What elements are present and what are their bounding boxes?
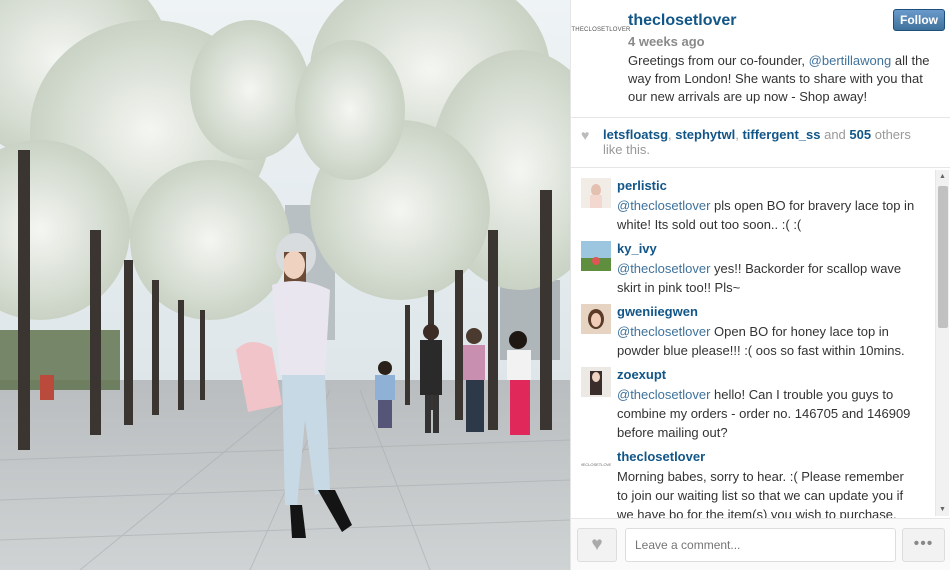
likes-text: letsfloatsg, stephytwl, tiffergent_ss an… (603, 127, 911, 157)
post-caption: Greetings from our co-founder, @bertilla… (628, 52, 944, 106)
comment-text: @theclosetlover yes!! Backorder for scal… (617, 259, 917, 297)
commenter-avatar[interactable]: THECLOSETLOVER (581, 449, 611, 479)
comment-body: Morning babes, sorry to hear. :( Please … (617, 469, 904, 518)
commenter-username[interactable]: perlistic (617, 178, 667, 193)
commenter-avatar[interactable] (581, 241, 611, 271)
commenter-username[interactable]: ky_ivy (617, 241, 657, 256)
caption-text-pre: Greetings from our co-founder, (628, 53, 809, 68)
liker-link[interactable]: letsfloatsg (603, 127, 668, 142)
follow-button[interactable]: Follow (893, 9, 945, 31)
comment-mention-link[interactable]: @theclosetlover (617, 324, 710, 339)
commenter-username[interactable]: gweniiegwen (617, 304, 698, 319)
caption-mention-link[interactable]: @bertillawong (809, 53, 892, 68)
likes-and-text: and (820, 127, 850, 142)
comment-mention-link[interactable]: @theclosetlover (617, 261, 710, 276)
comment-input[interactable] (625, 528, 896, 562)
comment-text: @theclosetlover hello! Can I trouble you… (617, 385, 917, 442)
comment-text: @theclosetlover pls open BO for bravery … (617, 196, 917, 234)
comment-text: Morning babes, sorry to hear. :( Please … (617, 467, 917, 518)
post-username[interactable]: theclosetlover (628, 12, 736, 30)
more-options-button[interactable]: ••• (902, 528, 945, 562)
scroll-down-arrow-icon[interactable]: ▼ (939, 506, 946, 513)
post-timestamp[interactable]: 4 weeks ago (628, 34, 705, 49)
profile-avatar[interactable]: THECLOSETLOVER (571, 14, 630, 46)
post-header: THECLOSETLOVER theclosetlover 4 weeks ag… (571, 0, 950, 118)
commenter-avatar[interactable] (581, 178, 611, 208)
commenter-avatar[interactable] (581, 367, 611, 397)
post-photo[interactable] (0, 0, 570, 570)
comment-list[interactable]: perlistic @theclosetlover pls open BO fo… (571, 168, 934, 518)
likes-summary: ♥ letsfloatsg, stephytwl, tiffergent_ss … (571, 118, 950, 168)
commenter-username[interactable]: theclosetlover (617, 449, 705, 464)
heart-icon: ♥ (581, 127, 590, 143)
scroll-up-arrow-icon[interactable]: ▲ (939, 173, 946, 180)
post-image (0, 0, 570, 570)
commenter-username[interactable]: zoexupt (617, 367, 666, 382)
comment-footer: ♥ ••• (571, 518, 950, 570)
commenter-avatar[interactable] (581, 304, 611, 334)
likes-count-link[interactable]: 505 (849, 127, 871, 142)
comment-text: @theclosetlover Open BO for honey lace t… (617, 322, 917, 360)
like-button[interactable]: ♥ (577, 528, 617, 562)
liker-link[interactable]: stephytwl (675, 127, 735, 142)
liker-link[interactable]: tiffergent_ss (742, 127, 820, 142)
scrollbar-thumb[interactable] (938, 186, 948, 328)
comment-mention-link[interactable]: @theclosetlover (617, 387, 710, 402)
post-side-panel: THECLOSETLOVER theclosetlover 4 weeks ag… (570, 0, 950, 570)
comment-mention-link[interactable]: @theclosetlover (617, 198, 710, 213)
heart-icon: ♥ (591, 534, 603, 555)
comments-scrollbar[interactable]: ▲ ▼ (935, 170, 949, 516)
